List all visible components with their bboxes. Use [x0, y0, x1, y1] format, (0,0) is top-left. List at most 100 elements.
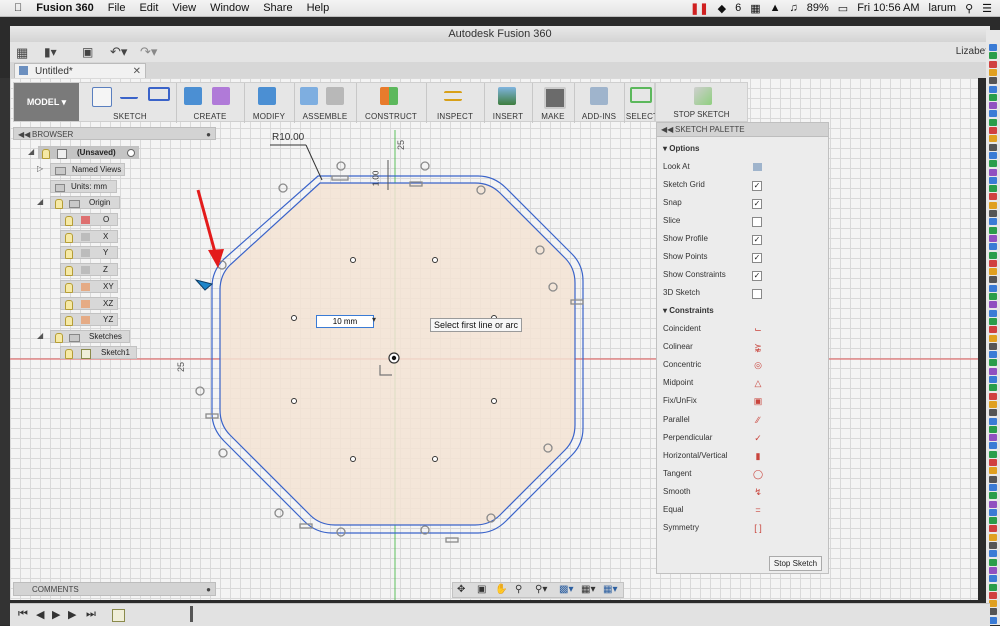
- dock-app-icon[interactable]: [989, 525, 997, 533]
- insert-image-icon[interactable]: [498, 87, 516, 105]
- dock-app-icon[interactable]: [989, 326, 997, 334]
- dock-app-icon[interactable]: [989, 309, 997, 317]
- go-to-end-icon[interactable]: ⏭: [86, 608, 96, 621]
- dock-app-icon[interactable]: [989, 600, 997, 608]
- addins-group[interactable]: ADD-INS: [574, 83, 625, 123]
- constraint-row[interactable]: Midpoint △: [663, 376, 823, 390]
- addins-menu[interactable]: ADD-INS: [574, 112, 624, 121]
- scripts-icon[interactable]: [590, 87, 608, 105]
- make-menu[interactable]: MAKE: [532, 112, 574, 121]
- dock-app-icon[interactable]: [989, 77, 997, 85]
- dock-app-icon[interactable]: [989, 193, 997, 201]
- visibility-bulb-icon[interactable]: [65, 299, 73, 310]
- dock-app-icon[interactable]: [989, 85, 997, 93]
- viewports-icon[interactable]: ▦▾: [603, 584, 617, 595]
- constraint-row[interactable]: Fix/UnFix ▣: [663, 394, 823, 408]
- equal-icon[interactable]: =: [752, 504, 764, 516]
- timeline-sketch-icon[interactable]: [112, 609, 125, 622]
- constraint-row[interactable]: Horizontal/Vertical ▮: [663, 449, 823, 463]
- dock-app-icon[interactable]: [989, 334, 997, 342]
- dock-app-icon[interactable]: [989, 176, 997, 184]
- visibility-bulb-icon[interactable]: [65, 249, 73, 260]
- pin-icon[interactable]: ●: [206, 128, 211, 141]
- inspect-menu[interactable]: INSPECT: [426, 112, 484, 121]
- stop-sketch-button[interactable]: Stop Sketch: [769, 556, 822, 571]
- form-icon[interactable]: [212, 87, 230, 105]
- dock-app-icon[interactable]: [989, 475, 997, 483]
- dock-app-icon[interactable]: [989, 608, 997, 616]
- collapse-icon[interactable]: ◀◀: [661, 123, 673, 137]
- construct-group[interactable]: CONSTRUCT: [356, 83, 427, 123]
- add-comment-icon[interactable]: ●: [206, 583, 211, 597]
- midpoint-icon[interactable]: △: [752, 377, 764, 389]
- dock-app-icon[interactable]: [989, 317, 997, 325]
- dock-app-icon[interactable]: [989, 218, 997, 226]
- dock-app-icon[interactable]: [989, 591, 997, 599]
- dock-app-icon[interactable]: [989, 583, 997, 591]
- dock-app-icon[interactable]: [989, 60, 997, 68]
- dock-app-icon[interactable]: [989, 259, 997, 267]
- select-group[interactable]: SELECT: [624, 83, 658, 123]
- dock-app-icon[interactable]: [989, 135, 997, 143]
- small-dimension-label[interactable]: 1.00: [371, 171, 380, 187]
- dimension-value-field[interactable]: [316, 315, 374, 328]
- sketches-node[interactable]: Sketches: [50, 330, 130, 343]
- dock-app-icon[interactable]: [989, 558, 997, 566]
- dock-app-icon[interactable]: [989, 210, 997, 217]
- expand-arrow-icon[interactable]: ▷: [37, 164, 43, 173]
- timeline-marker[interactable]: [190, 606, 193, 622]
- zoom-icon[interactable]: ⚲: [515, 584, 522, 595]
- modify-menu[interactable]: MODIFY: [244, 112, 294, 121]
- dock-app-icon[interactable]: [989, 616, 997, 624]
- visibility-bulb-icon[interactable]: [65, 266, 73, 277]
- colinear-icon[interactable]: ⪺: [752, 341, 764, 353]
- select-icon[interactable]: [630, 87, 652, 103]
- new-component-icon[interactable]: [300, 87, 318, 105]
- origin-item-z[interactable]: Z: [60, 263, 118, 277]
- dock-app-icon[interactable]: [989, 118, 997, 126]
- dock-app-icon[interactable]: [989, 102, 997, 110]
- press-pull-icon[interactable]: [258, 87, 276, 105]
- units-node[interactable]: Units: mm: [50, 180, 117, 193]
- offset-plane-icon[interactable]: [380, 87, 398, 105]
- constraints-section-header[interactable]: ▾ Constraints: [663, 304, 823, 318]
- dock-app-icon[interactable]: [989, 575, 997, 583]
- concentric-icon[interactable]: ◎: [752, 359, 764, 371]
- dock-app-icon[interactable]: [989, 143, 997, 151]
- option-checkbox[interactable]: ✓: [752, 181, 762, 191]
- workspace-switcher[interactable]: MODEL ▾: [14, 83, 79, 121]
- stop-sketch-group[interactable]: STOP SKETCH: [655, 82, 748, 122]
- inspect-group[interactable]: INSPECT: [426, 83, 485, 123]
- origin-item-xz[interactable]: XZ: [60, 296, 118, 310]
- rectangle-icon[interactable]: [148, 87, 170, 101]
- construct-menu[interactable]: CONSTRUCT: [356, 112, 426, 121]
- radius-dimension-label[interactable]: R10.00: [272, 132, 304, 143]
- dock-app-icon[interactable]: [989, 268, 997, 276]
- option-row[interactable]: Look At: [663, 160, 823, 174]
- dimension-input[interactable]: ▾: [316, 315, 378, 328]
- dock-app-icon[interactable]: [989, 226, 997, 234]
- dock-app-icon[interactable]: [989, 351, 997, 359]
- expand-arrow-icon[interactable]: ◢: [37, 331, 43, 340]
- insert-group[interactable]: INSERT: [484, 83, 533, 123]
- dock-app-icon[interactable]: [989, 342, 997, 350]
- step-back-icon[interactable]: ◀: [36, 608, 44, 621]
- constraint-row[interactable]: Colinear ⪺: [663, 340, 823, 354]
- dock-app-icon[interactable]: [989, 442, 997, 450]
- dock-app-icon[interactable]: [989, 492, 997, 500]
- create-sketch-icon[interactable]: [92, 87, 112, 107]
- dock-app-icon[interactable]: [989, 185, 997, 193]
- dock-app-icon[interactable]: [989, 542, 997, 549]
- dock-app-icon[interactable]: [989, 276, 997, 284]
- visibility-bulb-icon[interactable]: [55, 333, 63, 343]
- grid-settings-icon[interactable]: ▦▾: [581, 584, 595, 595]
- make-group[interactable]: MAKE: [532, 83, 575, 123]
- option-row[interactable]: Show Profile ✓: [663, 232, 823, 246]
- origin-item-yz[interactable]: YZ: [60, 313, 118, 327]
- option-row[interactable]: Slice: [663, 214, 823, 228]
- option-checkbox[interactable]: ✓: [752, 199, 762, 209]
- dock-app-icon[interactable]: [989, 384, 997, 392]
- dock-app-icon[interactable]: [989, 550, 997, 558]
- visibility-bulb-icon[interactable]: [65, 282, 73, 293]
- dock-app-icon[interactable]: [989, 160, 997, 168]
